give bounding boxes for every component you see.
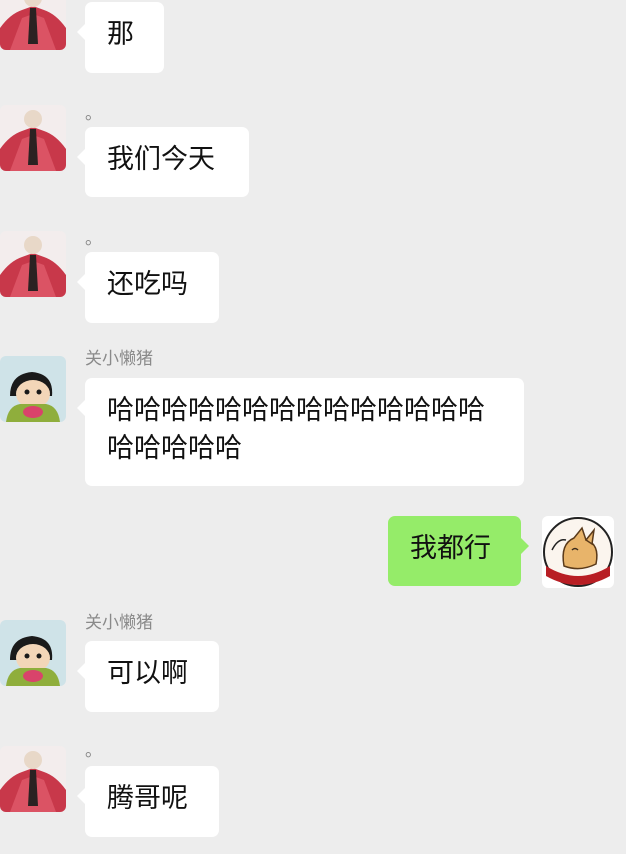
contact-avatar[interactable]	[0, 356, 66, 422]
message-text: 那	[107, 19, 134, 50]
robed-figure-avatar-icon	[0, 746, 66, 812]
message-text: 我都行	[410, 533, 491, 564]
message-text: 腾哥呢	[107, 783, 188, 814]
sender-name: 关小懒猪	[85, 349, 153, 369]
cartoon-boy-avatar-icon	[0, 356, 66, 422]
message-text: 可以啊	[107, 658, 188, 689]
message-bubble[interactable]: 腾哥呢	[77, 766, 219, 837]
sender-name: 。	[85, 741, 102, 761]
robed-figure-avatar-icon	[0, 105, 66, 171]
message-bubble[interactable]: 哈哈哈哈哈哈哈哈哈哈哈哈哈哈哈哈哈哈哈	[77, 378, 524, 486]
contact-avatar[interactable]	[0, 746, 66, 812]
sender-name: 。	[85, 104, 102, 124]
cartoon-boy-avatar-icon	[0, 620, 66, 686]
message-bubble[interactable]: 我们今天	[77, 127, 249, 197]
message-text: 还吃吗	[107, 269, 188, 300]
sender-name: 关小懒猪	[85, 613, 153, 633]
cat-avatar-icon	[542, 516, 614, 588]
robed-figure-avatar-icon	[0, 231, 66, 297]
robed-figure-avatar-icon	[0, 0, 66, 50]
sender-name: 。	[85, 229, 102, 249]
message-bubble[interactable]: 可以啊	[77, 641, 219, 712]
contact-avatar[interactable]	[0, 620, 66, 686]
contact-avatar[interactable]	[0, 105, 66, 171]
message-bubble[interactable]: 我都行	[388, 516, 529, 586]
my-avatar[interactable]	[542, 516, 614, 588]
message-bubble[interactable]: 还吃吗	[77, 252, 219, 323]
message-text: 我们今天	[107, 144, 215, 175]
message-text: 哈哈哈哈哈哈哈哈哈哈哈哈哈哈哈哈哈哈哈	[107, 395, 485, 464]
message-bubble[interactable]: 那	[77, 2, 164, 73]
contact-avatar[interactable]	[0, 0, 66, 50]
contact-avatar[interactable]	[0, 231, 66, 297]
